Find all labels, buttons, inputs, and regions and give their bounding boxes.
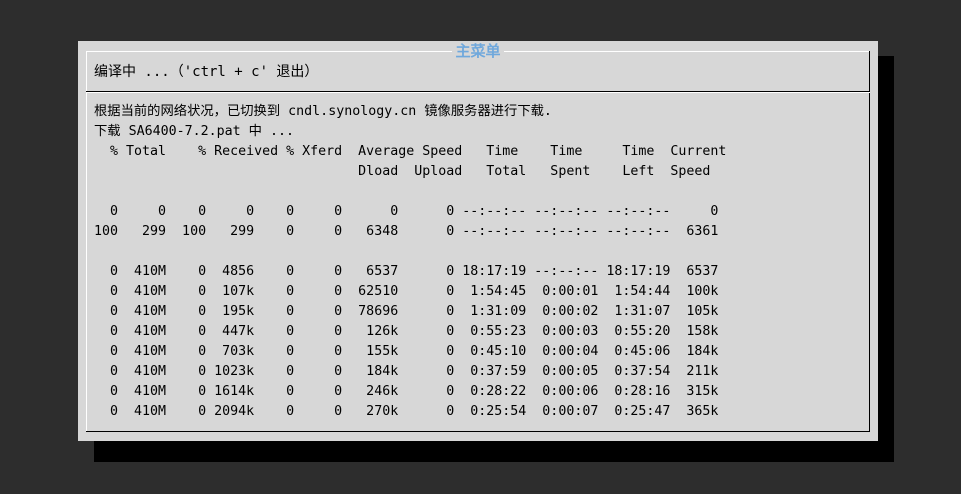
output-line: 0 410M 0 195k 0 0 78696 0 1:31:09 0:00:0…: [94, 304, 719, 319]
download-output[interactable]: 根据当前的网络状况，已切换到 cndl.synology.cn 镜像服务器进行下…: [94, 102, 726, 422]
output-line: % Total % Received % Xferd Average Speed…: [94, 144, 727, 159]
dialog-border-right: [869, 51, 870, 431]
output-line: 0 410M 0 1023k 0 0 184k 0 0:37:59 0:00:0…: [94, 364, 719, 379]
output-line: 0 410M 0 1614k 0 0 246k 0 0:28:22 0:00:0…: [94, 384, 719, 399]
output-line: 100 299 100 299 0 0 6348 0 --:--:-- --:-…: [94, 224, 719, 239]
dialog-title: 主菜单: [78, 41, 878, 61]
output-line: 根据当前的网络状况，已切换到 cndl.synology.cn 镜像服务器进行下…: [94, 104, 552, 119]
terminal-screen: 主菜单 编译中 ...（'ctrl + c' 退出） 根据当前的网络状况，已切换…: [0, 0, 961, 494]
dialog-border-bottom: [86, 431, 870, 432]
output-line: Dload Upload Total Spent Left Speed: [94, 164, 711, 179]
output-line: 0 410M 0 4856 0 0 6537 0 18:17:19 --:--:…: [94, 264, 719, 279]
subtitle-separator-highlight: [86, 92, 870, 93]
dialog-title-text: 主菜单: [452, 42, 504, 60]
output-line: 0 410M 0 703k 0 0 155k 0 0:45:10 0:00:04…: [94, 344, 719, 359]
main-menu-dialog: 主菜单 编译中 ...（'ctrl + c' 退出） 根据当前的网络状况，已切换…: [78, 41, 878, 441]
output-line: 0 410M 0 2094k 0 0 270k 0 0:25:54 0:00:0…: [94, 404, 719, 419]
output-line: 0 0 0 0 0 0 0 0 --:--:-- --:--:-- --:--:…: [94, 204, 719, 219]
output-line: 0 410M 0 107k 0 0 62510 0 1:54:45 0:00:0…: [94, 284, 719, 299]
output-line: 0 410M 0 447k 0 0 126k 0 0:55:23 0:00:03…: [94, 324, 719, 339]
output-line: 下载 SA6400-7.2.pat 中 ...: [94, 124, 294, 139]
dialog-border-left: [86, 51, 87, 431]
dialog-subtitle: 编译中 ...（'ctrl + c' 退出）: [94, 64, 319, 80]
